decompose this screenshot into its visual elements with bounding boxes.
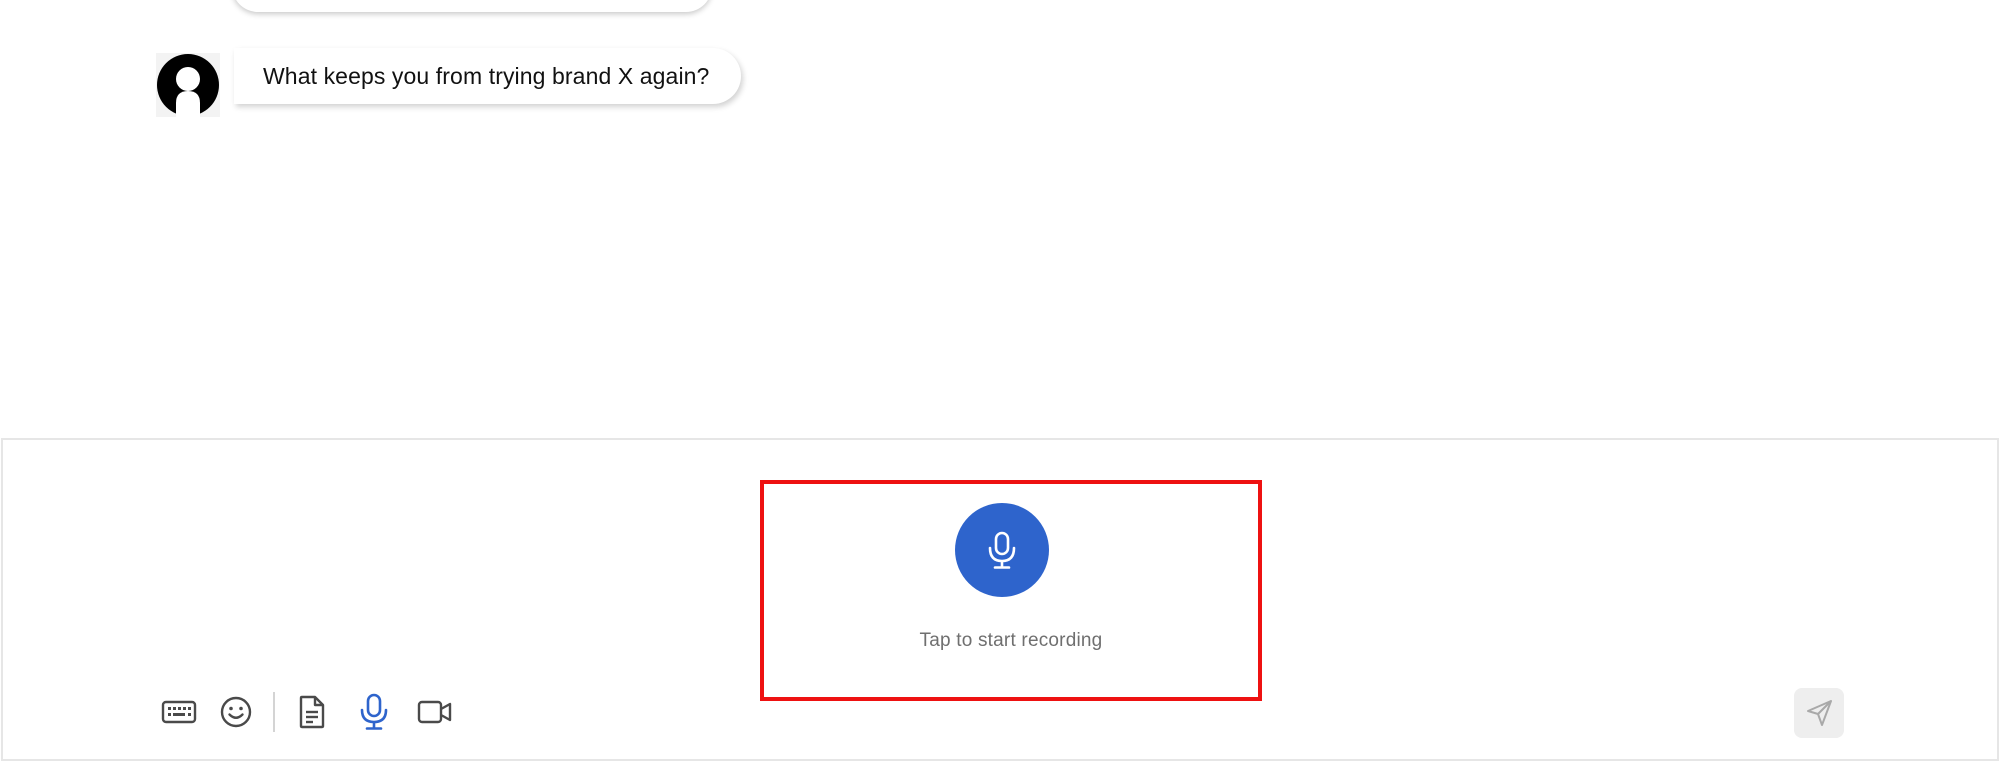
start-recording-button[interactable] xyxy=(955,503,1049,597)
message-text: What keeps you from trying brand X again… xyxy=(263,62,710,89)
user-avatar-icon xyxy=(157,54,219,117)
message-bubble: What keeps you from trying brand X again… xyxy=(234,48,742,104)
microphone-icon xyxy=(360,693,388,730)
file-upload-button[interactable] xyxy=(290,690,334,734)
keyboard-icon xyxy=(161,700,197,724)
recording-hint: Tap to start recording xyxy=(919,630,1103,651)
document-icon xyxy=(299,695,325,729)
toolbar-divider xyxy=(273,692,275,732)
video-camera-icon xyxy=(417,700,452,724)
microphone-icon xyxy=(988,531,1016,569)
keyboard-mode-button[interactable] xyxy=(157,690,201,734)
voice-mode-button[interactable] xyxy=(352,690,396,734)
send-button[interactable] xyxy=(1794,688,1844,738)
avatar xyxy=(156,53,220,117)
chat-screen: What keeps you from trying brand X again… xyxy=(0,0,2000,763)
paper-plane-icon xyxy=(1807,700,1832,726)
video-mode-button[interactable] xyxy=(413,690,457,734)
emoji-button[interactable] xyxy=(214,690,258,734)
smiley-icon xyxy=(220,696,252,728)
previous-message-bubble xyxy=(232,0,712,12)
